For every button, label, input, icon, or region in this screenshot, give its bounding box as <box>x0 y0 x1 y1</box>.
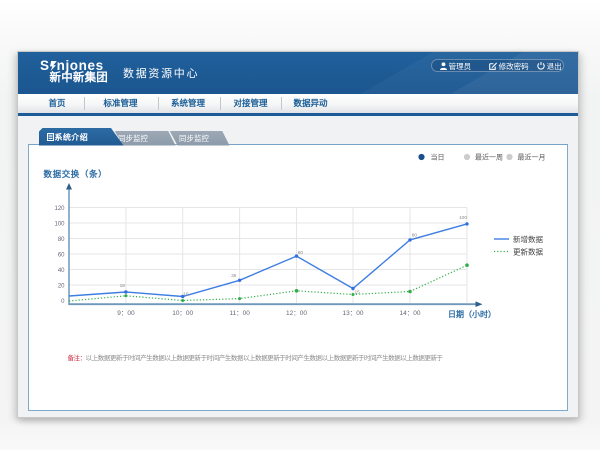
svg-text:10：00: 10：00 <box>172 310 193 317</box>
svg-text:10: 10 <box>183 291 189 297</box>
svg-text:80: 80 <box>412 232 418 238</box>
svg-text:11：00: 11：00 <box>229 310 250 317</box>
svg-text:更新数据: 更新数据 <box>513 246 543 256</box>
svg-text:最近一月: 最近一月 <box>518 152 546 161</box>
svg-text:80: 80 <box>58 237 65 243</box>
svg-text:新增数据: 新增数据 <box>513 234 543 244</box>
svg-text:60: 60 <box>58 252 65 258</box>
svg-text:100: 100 <box>54 221 65 227</box>
svg-text:日期（小时）: 日期（小时） <box>448 309 496 319</box>
svg-text:20: 20 <box>58 283 65 289</box>
svg-text:15: 15 <box>355 289 361 295</box>
svg-text:0: 0 <box>61 299 65 305</box>
svg-text:12：00: 12：00 <box>286 310 307 317</box>
svg-text:18: 18 <box>120 283 126 289</box>
svg-text:当日: 当日 <box>431 152 445 161</box>
svg-text:35: 35 <box>231 272 237 278</box>
svg-text:100: 100 <box>459 215 467 221</box>
svg-text:60: 60 <box>298 250 304 256</box>
svg-text:40: 40 <box>58 268 65 274</box>
svg-text:最近一周: 最近一周 <box>475 152 503 161</box>
svg-text:14：00: 14：00 <box>400 310 421 317</box>
svg-text:9：00: 9：00 <box>117 310 135 317</box>
svg-text:数据交换（条）: 数据交换（条） <box>44 169 108 179</box>
svg-text:13：00: 13：00 <box>343 310 364 317</box>
svg-text:120: 120 <box>54 206 65 212</box>
